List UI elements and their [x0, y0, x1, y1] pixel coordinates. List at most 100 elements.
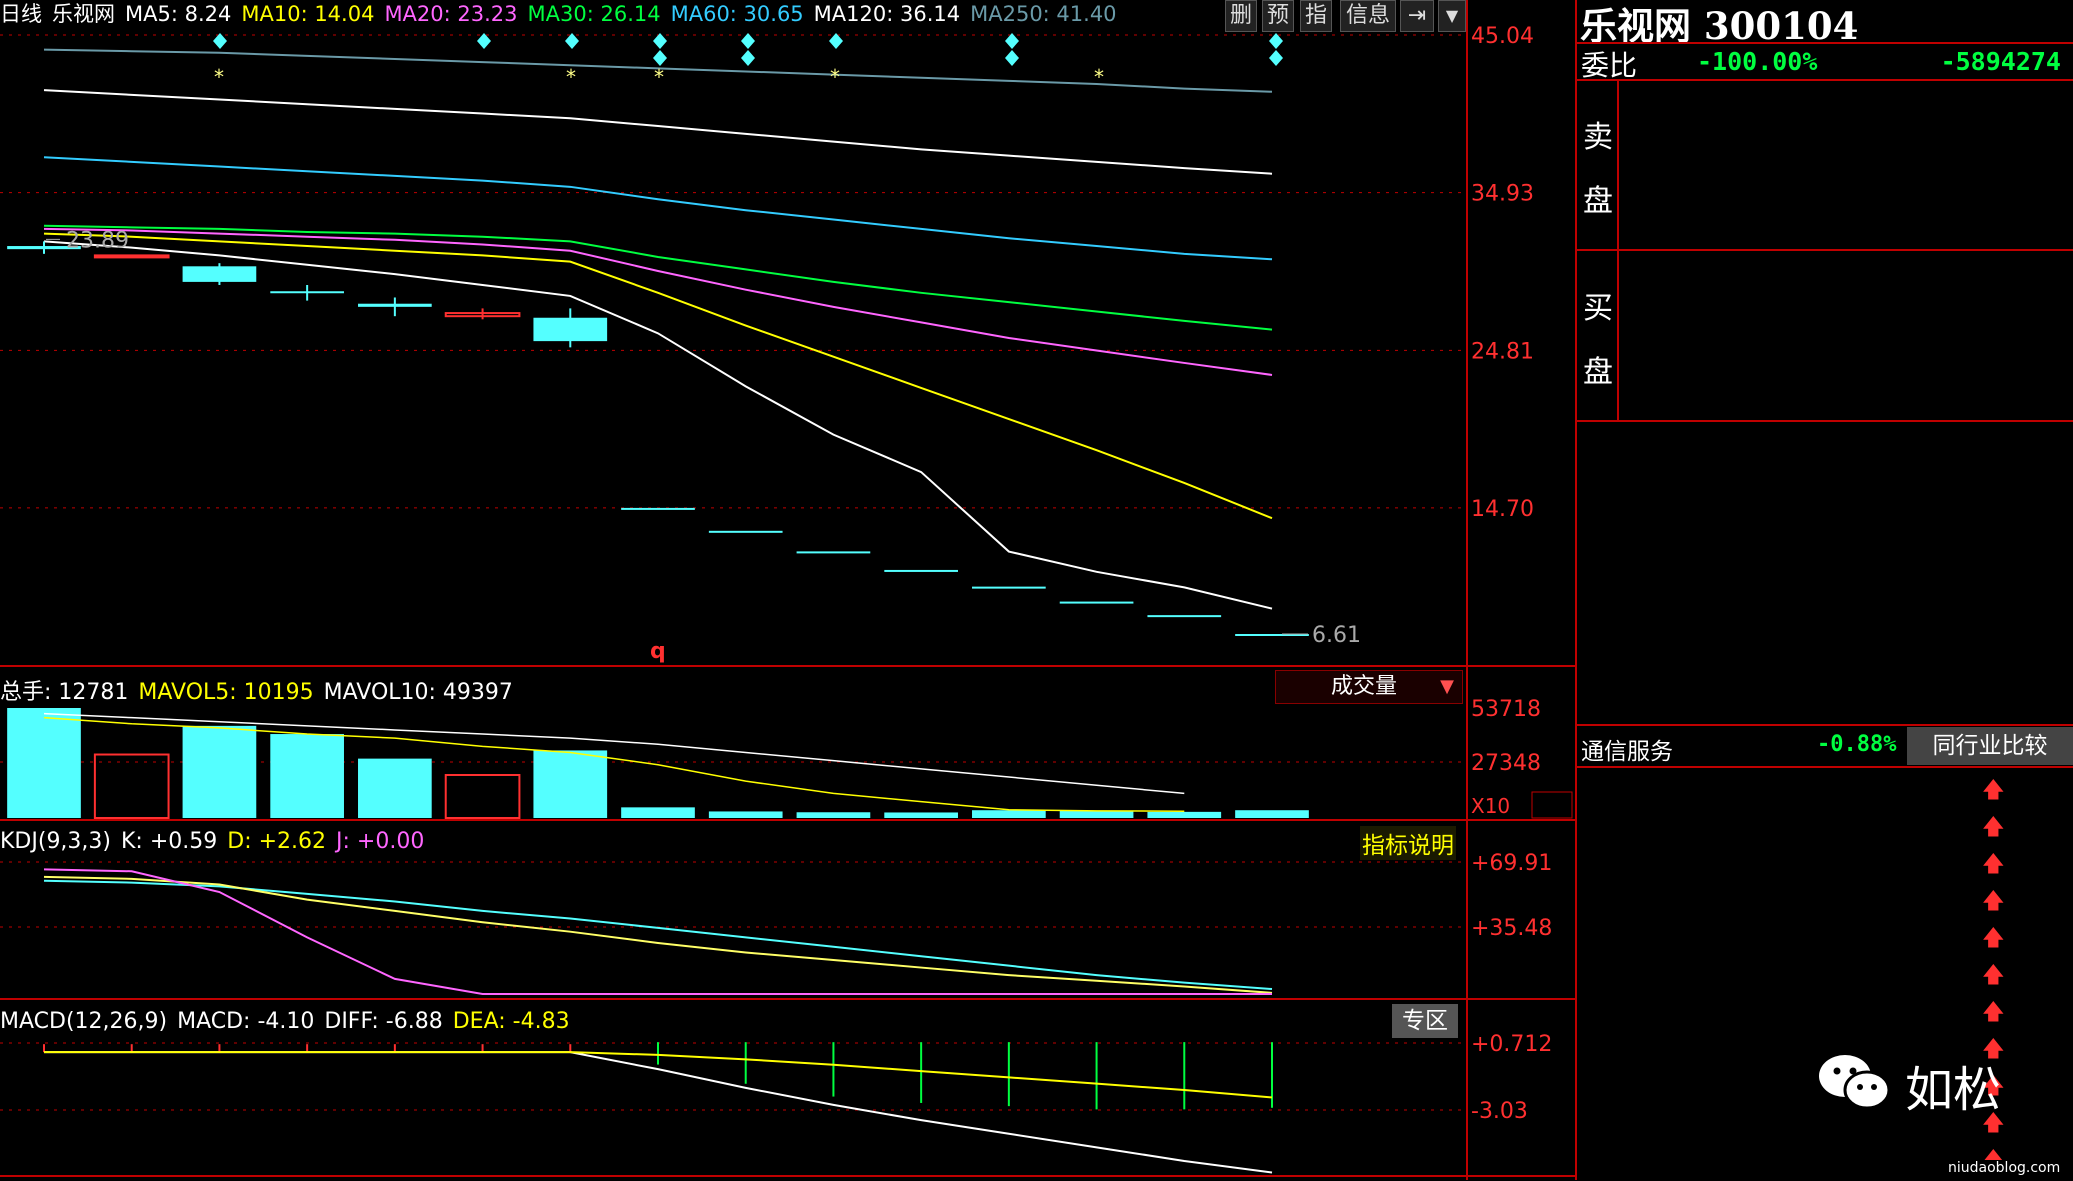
- dropdown-chevron-icon[interactable]: ▼: [1438, 0, 1466, 32]
- peer-compare-button[interactable]: 同行业比较: [1907, 727, 2073, 765]
- info-button[interactable]: 信息: [1340, 0, 1396, 32]
- volume-bar: [533, 750, 608, 818]
- industry-name[interactable]: 通信服务: [1581, 732, 1673, 766]
- volume-bar: [621, 807, 695, 818]
- price-tick-label: 34.93: [1471, 182, 1534, 207]
- event-diamond-icon: [1005, 33, 1019, 49]
- legend-item: MA30: 26.14: [527, 2, 661, 26]
- legend-item: MA5: 8.24: [125, 2, 232, 26]
- predict-button[interactable]: 预: [1262, 0, 1294, 32]
- macd-diff-line: [44, 1051, 1273, 1174]
- legend-item: J: +0.00: [336, 829, 425, 854]
- zone-button[interactable]: 专区: [1392, 1004, 1458, 1038]
- candle-body: [358, 303, 432, 307]
- indicator-explain-button[interactable]: 指标说明: [1360, 826, 1456, 860]
- event-marker: q: [650, 639, 666, 664]
- legend-item: MAVOL5: 10195: [138, 680, 314, 705]
- volume-bar: [444, 773, 521, 820]
- volume-bar: [358, 758, 432, 818]
- volume-bar: [270, 734, 344, 818]
- quote-panel: 乐视网 300104 委比 -100.00% -5894274 卖 盘 买 盘: [1577, 0, 2073, 1180]
- exit-icon[interactable]: ⇥: [1400, 0, 1434, 32]
- legend-item: DEA: -4.83: [452, 1009, 570, 1034]
- candle-body: [1059, 601, 1134, 604]
- legend-item: 乐视网: [52, 2, 115, 26]
- volume-bar: [708, 811, 783, 818]
- volume-bar: [1147, 811, 1222, 818]
- event-diamond-icon: [1269, 50, 1283, 66]
- up-arrow-icon: 🡅: [1982, 889, 2005, 914]
- up-arrow-icon: 🡅: [1982, 1000, 2005, 1025]
- event-star-icon: *: [1094, 65, 1104, 89]
- industry-pct: -0.88%: [1817, 732, 1897, 757]
- volume-bar: [796, 812, 871, 818]
- event-star-icon: *: [830, 65, 840, 89]
- price-tick-label: 14.70: [1471, 497, 1534, 522]
- kline-chart-area[interactable]: 45.04 34.93 24.81 14.70 23.89 6.61 q * * * * * 53718…: [0, 0, 1577, 1180]
- volume-selector[interactable]: 成交量 ▼: [1275, 670, 1463, 704]
- volume-bar: [972, 810, 1046, 818]
- kdj-tick-label: +69.91: [1471, 851, 1552, 876]
- ma-line-ma5: [43, 240, 1273, 610]
- up-arrow-icon: 🡅: [1982, 926, 2005, 951]
- legend-item: MA250: 41.40: [970, 2, 1117, 26]
- candle-body: [1147, 615, 1222, 618]
- wechat-watermark: 如松: [1815, 1050, 2001, 1118]
- legend-item: KDJ(9,3,3): [0, 829, 111, 854]
- delete-button[interactable]: 删: [1225, 0, 1257, 32]
- candle-body: [270, 291, 344, 294]
- event-diamond-icon: [1005, 50, 1019, 66]
- chevron-down-icon: ▼: [1440, 676, 1454, 697]
- candle-body: [972, 586, 1046, 589]
- ma-line-ma60: [43, 156, 1273, 261]
- buy-label-top: 买: [1583, 291, 1613, 326]
- weibi-value: -5894274: [1940, 47, 2061, 76]
- candle-body: [182, 266, 257, 282]
- legend-item: MA10: 14.04: [241, 2, 375, 26]
- up-arrow-icon: 🡅: [1982, 778, 2005, 803]
- event-diamond-icon: [653, 33, 667, 49]
- candle-body: [884, 569, 958, 572]
- indicator-button[interactable]: 指: [1300, 0, 1332, 32]
- macd-tick-label: +0.712: [1471, 1032, 1552, 1057]
- ma-line-ma120: [43, 89, 1273, 175]
- watermark-url: niudaoblog.com: [1948, 1160, 2061, 1176]
- macd-tick-label: -3.03: [1471, 1099, 1528, 1124]
- volume-unit-label: X10: [1471, 794, 1510, 818]
- candle-body: [708, 530, 783, 533]
- up-arrow-icon: 🡅: [1982, 815, 2005, 840]
- legend-item: D: +2.62: [227, 829, 327, 854]
- volume-bar: [7, 708, 81, 818]
- event-diamond-icon: [741, 50, 755, 66]
- sell-label-top: 卖: [1583, 120, 1613, 155]
- candle-body: [93, 254, 170, 259]
- event-diamond-icon: [741, 33, 755, 49]
- event-diamond-icon: [653, 50, 667, 66]
- volume-bar: [182, 725, 257, 818]
- up-arrow-icon: 🡅: [1982, 852, 2005, 877]
- volume-legend: 总手: 12781 MAVOL5: 10195 MAVOL10: 49397: [0, 674, 523, 706]
- event-star-icon: *: [654, 65, 664, 89]
- legend-item: 总手: 12781: [0, 680, 129, 705]
- legend-item: MACD(12,26,9): [0, 1009, 168, 1034]
- macd-legend: MACD(12,26,9) MACD: -4.10 DIFF: -6.88 DEA: …: [0, 1009, 580, 1034]
- kdj-legend: KDJ(9,3,3) K: +0.59 D: +2.62 J: +0.00: [0, 829, 434, 854]
- ma-line-ma20: [43, 227, 1273, 376]
- candle-body: [533, 317, 608, 342]
- watermark-brand: 如松: [1905, 1062, 2002, 1118]
- volume-bar: [884, 812, 958, 818]
- buy-label-bottom: 盘: [1583, 355, 1613, 390]
- volume-bar: [1059, 810, 1134, 818]
- unit-box: [1531, 791, 1573, 819]
- up-arrow-icon: 🡅: [1982, 963, 2005, 988]
- weibi-label: 委比: [1581, 49, 1638, 82]
- legend-item: MA120: 36.14: [813, 2, 961, 26]
- event-star-icon: *: [214, 65, 224, 89]
- panel-divider: [1575, 0, 1577, 1180]
- wechat-logo-icon: [1819, 1055, 1891, 1110]
- volume-tick-label: 53718: [1471, 697, 1541, 722]
- candle-body: [796, 551, 871, 554]
- ma-legend: 日线 乐视网 MA5: 8.24 MA10: 14.04 MA20: 23.23 MA30…: [0, 0, 1127, 30]
- sell-label-bottom: 盘: [1583, 184, 1613, 219]
- volume-bar: [93, 753, 170, 819]
